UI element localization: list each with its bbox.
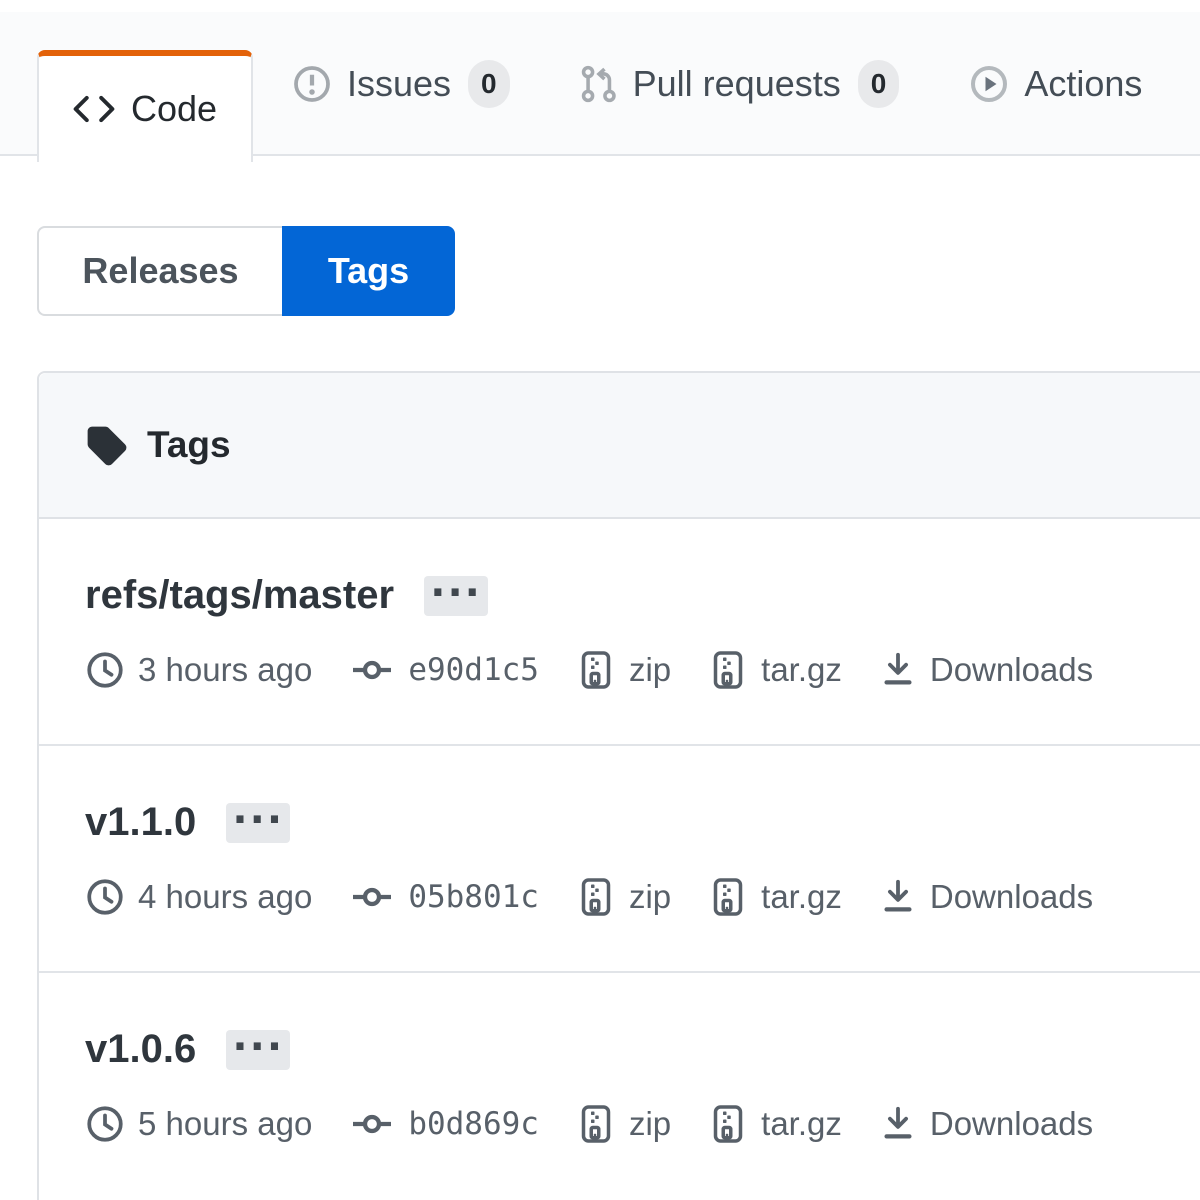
commit-hash: 05b801c bbox=[408, 879, 539, 915]
commit-hash: b0d869c bbox=[408, 1106, 539, 1142]
tab-pull-requests[interactable]: Pull requests 0 bbox=[580, 60, 900, 108]
zip-link[interactable]: zip bbox=[576, 1102, 671, 1146]
pull-requests-counter: 0 bbox=[858, 60, 900, 108]
download-icon bbox=[879, 1103, 917, 1145]
targz-link[interactable]: tar.gz bbox=[708, 648, 842, 692]
commit-icon bbox=[349, 877, 395, 917]
tag-age: 3 hours ago bbox=[85, 650, 312, 690]
tag-name-link[interactable]: refs/tags/master bbox=[85, 573, 394, 618]
file-zip-icon bbox=[576, 648, 616, 692]
file-zip-icon bbox=[708, 648, 748, 692]
tag-age: 5 hours ago bbox=[85, 1104, 312, 1144]
tag-icon bbox=[85, 424, 127, 466]
tags-button[interactable]: Tags bbox=[282, 226, 455, 316]
downloads-link[interactable]: Downloads bbox=[879, 1103, 1093, 1145]
file-zip-icon bbox=[576, 1102, 616, 1146]
releases-tags-toggle: Releases Tags bbox=[37, 226, 455, 316]
tab-code-label: Code bbox=[131, 88, 217, 130]
tag-name-link[interactable]: v1.0.6 bbox=[85, 1027, 196, 1072]
targz-link[interactable]: tar.gz bbox=[708, 1102, 842, 1146]
ellipsis-icon[interactable]: ··· bbox=[226, 803, 290, 843]
ellipsis-icon[interactable]: ··· bbox=[226, 1030, 290, 1070]
tags-box-header: Tags bbox=[39, 373, 1200, 519]
download-icon bbox=[879, 649, 917, 691]
issues-counter: 0 bbox=[468, 60, 510, 108]
tab-actions[interactable]: Actions bbox=[969, 63, 1142, 105]
tab-actions-label: Actions bbox=[1024, 63, 1142, 105]
commit-link[interactable]: b0d869c bbox=[349, 1104, 539, 1144]
code-icon bbox=[73, 88, 115, 130]
clock-icon bbox=[85, 1104, 125, 1144]
tab-pull-requests-label: Pull requests bbox=[633, 63, 841, 105]
repo-tabnav: Code Issues 0 bbox=[0, 12, 1200, 156]
ellipsis-icon[interactable]: ··· bbox=[424, 576, 488, 616]
file-zip-icon bbox=[708, 1102, 748, 1146]
downloads-link[interactable]: Downloads bbox=[879, 876, 1093, 918]
commit-icon bbox=[349, 650, 395, 690]
tag-age: 4 hours ago bbox=[85, 877, 312, 917]
tags-box-title: Tags bbox=[147, 424, 231, 466]
tabnav-items: Issues 0 Pull requests 0 bbox=[292, 12, 1142, 156]
commit-link[interactable]: e90d1c5 bbox=[349, 650, 539, 690]
tab-code[interactable]: Code bbox=[37, 50, 253, 162]
issue-opened-icon bbox=[292, 64, 332, 104]
releases-button[interactable]: Releases bbox=[37, 226, 282, 316]
commit-link[interactable]: 05b801c bbox=[349, 877, 539, 917]
file-zip-icon bbox=[708, 875, 748, 919]
play-circle-icon bbox=[969, 64, 1009, 104]
pull-request-icon bbox=[580, 63, 618, 105]
tag-name-link[interactable]: v1.1.0 bbox=[85, 800, 196, 845]
commit-icon bbox=[349, 1104, 395, 1144]
tab-issues-label: Issues bbox=[347, 63, 451, 105]
tags-box: Tags refs/tags/master ··· 3 hours ago bbox=[37, 371, 1200, 1200]
tag-row: v1.0.6 ··· 5 hours ago b0d869c bbox=[39, 973, 1200, 1200]
clock-icon bbox=[85, 877, 125, 917]
downloads-link[interactable]: Downloads bbox=[879, 649, 1093, 691]
tag-row: refs/tags/master ··· 3 hours ago e90d1c5 bbox=[39, 519, 1200, 746]
commit-hash: e90d1c5 bbox=[408, 652, 539, 688]
targz-link[interactable]: tar.gz bbox=[708, 875, 842, 919]
download-icon bbox=[879, 876, 917, 918]
tag-row: v1.1.0 ··· 4 hours ago 05b801c bbox=[39, 746, 1200, 973]
file-zip-icon bbox=[576, 875, 616, 919]
zip-link[interactable]: zip bbox=[576, 875, 671, 919]
tab-issues[interactable]: Issues 0 bbox=[292, 60, 510, 108]
clock-icon bbox=[85, 650, 125, 690]
zip-link[interactable]: zip bbox=[576, 648, 671, 692]
